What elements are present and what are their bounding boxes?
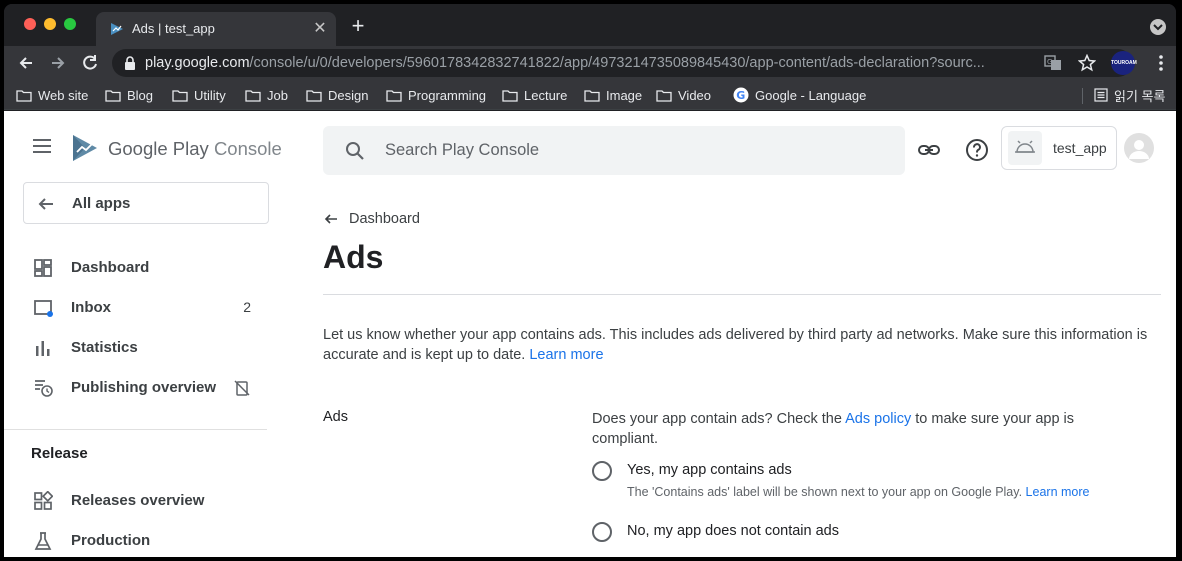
releases-grid-icon: [34, 491, 53, 510]
folder-icon: [306, 89, 322, 102]
bookmark-separator: [1082, 88, 1083, 104]
profile-avatar[interactable]: TOUROAM: [1111, 51, 1137, 75]
google-g-icon: G: [733, 87, 749, 103]
browser-window: Ads | test_app ✕ + play.google.com/conso…: [4, 4, 1176, 557]
bookmarks-bar: Web site Blog Utility Job Design Program…: [4, 80, 1176, 110]
bookmark-folder[interactable]: Lecture: [502, 86, 567, 104]
ads-question: Does your app contain ads? Check the Ads…: [592, 411, 1075, 447]
bookmark-folder[interactable]: Video: [656, 86, 711, 104]
svg-text:G: G: [736, 89, 745, 102]
bookmark-folder[interactable]: Design: [306, 86, 368, 104]
browser-toolbar: play.google.com/console/u/0/developers/5…: [4, 46, 1176, 80]
search-icon: [346, 142, 364, 160]
arrow-back-icon: [324, 214, 337, 224]
sidebar-item-production[interactable]: Production: [4, 521, 267, 557]
bookmark-folder[interactable]: Utility: [172, 86, 226, 104]
sidebar: Google Play Console All apps Dashboard I…: [4, 111, 282, 557]
title-divider: [323, 294, 1161, 295]
play-console-brand: Google Play Console: [108, 138, 282, 159]
svg-text:G: G: [1047, 58, 1052, 66]
tab-title: Ads | test_app: [132, 21, 215, 36]
minimize-window-button[interactable]: [44, 18, 56, 30]
ads-policy-link[interactable]: Ads policy: [845, 411, 911, 427]
radio-no[interactable]: [592, 522, 612, 542]
folder-icon: [245, 89, 261, 102]
forward-arrow-icon[interactable]: [48, 53, 68, 73]
address-bar[interactable]: play.google.com/console/u/0/developers/5…: [112, 49, 1132, 77]
google-play-console-logo-icon: [73, 135, 97, 161]
link-icon[interactable]: [917, 138, 941, 162]
sidebar-item-releases-overview[interactable]: Releases overview: [4, 481, 267, 521]
tab-strip: Ads | test_app ✕ +: [4, 4, 1176, 46]
contains-ads-learn-more-link[interactable]: Learn more: [1026, 485, 1090, 499]
lock-icon: [125, 56, 135, 70]
page-title: Ads: [323, 239, 384, 275]
more-menu-icon[interactable]: [1158, 54, 1164, 72]
all-apps-button[interactable]: All apps: [23, 182, 269, 224]
tab-close-icon[interactable]: ✕: [310, 19, 330, 39]
folder-icon: [386, 89, 402, 102]
folder-icon: [172, 89, 188, 102]
schedule-list-icon: [35, 380, 53, 397]
maximize-window-button[interactable]: [64, 18, 76, 30]
translate-icon[interactable]: G: [1044, 54, 1062, 72]
folder-icon: [502, 89, 518, 102]
sidebar-section-release: Release: [31, 445, 88, 462]
menu-icon[interactable]: [33, 139, 53, 153]
reload-icon[interactable]: [80, 53, 100, 73]
bookmark-star-icon[interactable]: [1078, 54, 1096, 72]
sidebar-item-publishing-overview[interactable]: Publishing overview: [4, 368, 267, 408]
folder-icon: [656, 89, 672, 102]
bookmark-google[interactable]: G Google - Language: [733, 86, 866, 104]
folder-icon: [105, 89, 121, 102]
sidebar-divider: [4, 429, 267, 430]
bookmark-folder[interactable]: Web site: [16, 86, 88, 104]
play-console-page: Google Play Console All apps Dashboard I…: [4, 111, 1176, 557]
option-yes-hint: The 'Contains ads' label will be shown n…: [627, 485, 1090, 499]
sidebar-item-dashboard[interactable]: Dashboard: [4, 248, 267, 288]
back-arrow-icon[interactable]: [16, 53, 36, 73]
bookmark-folder[interactable]: Blog: [105, 86, 153, 104]
learn-more-link[interactable]: Learn more: [529, 347, 603, 363]
ads-form-label: Ads: [323, 409, 348, 425]
help-icon[interactable]: [965, 138, 989, 162]
radio-yes[interactable]: [592, 461, 612, 481]
new-tab-button[interactable]: +: [348, 15, 368, 37]
breadcrumb[interactable]: Dashboard: [323, 211, 420, 227]
production-flask-icon: [34, 532, 52, 550]
ads-description: Let us know whether your app contains ad…: [323, 327, 1148, 363]
search-input[interactable]: Search Play Console: [323, 126, 905, 175]
bar-chart-icon: [36, 341, 50, 356]
tab-search-icon[interactable]: [1150, 19, 1166, 35]
browser-tab[interactable]: Ads | test_app ✕: [96, 12, 336, 46]
play-console-favicon-icon: [111, 23, 123, 35]
managed-publishing-off-icon: [234, 380, 250, 396]
inbox-count: 2: [243, 299, 251, 315]
url-text: play.google.com/console/u/0/developers/5…: [145, 55, 985, 71]
dashboard-icon: [34, 259, 52, 277]
reading-list-button[interactable]: 읽기 목록: [1094, 86, 1165, 104]
bookmark-folder[interactable]: Programming: [386, 86, 486, 104]
bookmark-folder[interactable]: Image: [584, 86, 642, 104]
folder-icon: [16, 89, 32, 102]
arrow-back-icon: [38, 198, 53, 210]
folder-icon: [584, 89, 600, 102]
sidebar-item-statistics[interactable]: Statistics: [4, 328, 267, 368]
close-window-button[interactable]: [24, 18, 36, 30]
bookmark-folder[interactable]: Job: [245, 86, 288, 104]
sidebar-item-inbox[interactable]: Inbox 2: [4, 288, 267, 328]
reading-list-icon: [1094, 88, 1108, 102]
inbox-icon: [34, 300, 53, 317]
android-icon: [1008, 131, 1042, 165]
app-selector[interactable]: test_app: [1001, 126, 1117, 170]
account-avatar[interactable]: [1124, 133, 1154, 163]
